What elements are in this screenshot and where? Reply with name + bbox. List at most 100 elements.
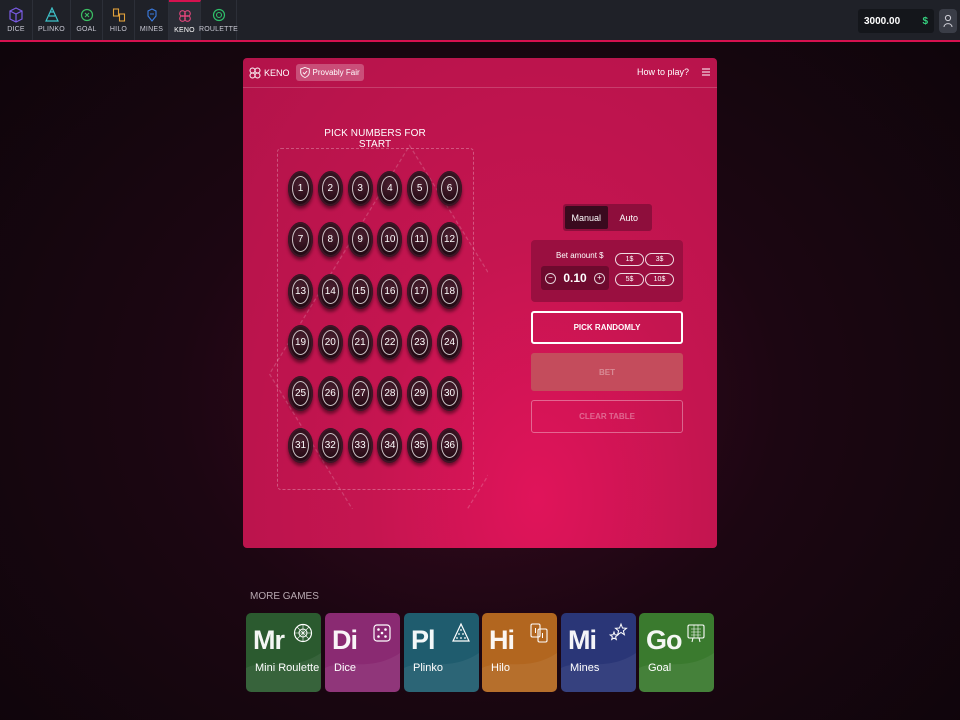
keno-number-label: 17 [411, 278, 429, 304]
game-card-dice[interactable]: Di Dice [325, 613, 400, 692]
keno-number-label: 22 [381, 329, 399, 355]
how-to-play-link[interactable]: How to play? [637, 67, 689, 77]
card-name: Dice [334, 662, 357, 674]
nav-item-keno[interactable]: KENO [169, 0, 201, 40]
keno-number-ball[interactable]: 18 [437, 273, 462, 309]
keno-number-ball[interactable]: 6 [437, 171, 462, 206]
more-games-title: MORE GAMES [250, 591, 319, 602]
keno-number-ball[interactable]: 24 [437, 324, 462, 360]
card-name: Plinko [413, 662, 443, 674]
provably-fair-button[interactable]: Provably Fair [295, 64, 364, 81]
game-logo: KENO [249, 67, 290, 79]
keno-number-ball[interactable]: 8 [317, 222, 343, 258]
keno-number-ball[interactable]: 25 [288, 376, 313, 412]
keno-number-ball[interactable]: 19 [288, 324, 313, 360]
keno-number-label: 15 [351, 278, 369, 304]
keno-number-label: 19 [292, 329, 309, 355]
keno-number-ball[interactable]: 34 [377, 427, 403, 463]
plinko-icon [44, 7, 59, 22]
keno-number-label: 27 [351, 381, 369, 407]
keno-number-ball[interactable]: 2 [317, 171, 343, 206]
increase-bet-button[interactable]: + [593, 272, 605, 284]
balance-amount: 3000.00 [864, 15, 901, 27]
keno-number-ball[interactable]: 27 [347, 376, 373, 412]
keno-number-label: 31 [292, 432, 309, 458]
roulette-wheel-icon [293, 623, 313, 643]
nav-item-dice[interactable]: DICE [0, 0, 33, 40]
bet-amount-value[interactable]: 0.10 [563, 271, 586, 285]
keno-number-ball[interactable]: 32 [317, 427, 343, 463]
manual-mode-tab[interactable]: Manual [565, 206, 608, 229]
keno-number-label: 20 [321, 329, 339, 355]
keno-number-label: 33 [351, 432, 369, 458]
bet-button[interactable]: BET [531, 353, 683, 391]
quick-bet-3-button[interactable]: 3$ [645, 253, 674, 266]
keno-number-label: 24 [441, 329, 458, 355]
keno-number-ball[interactable]: 33 [347, 427, 373, 463]
quick-bet-10-button[interactable]: 10$ [645, 273, 674, 286]
keno-number-label: 6 [441, 176, 458, 201]
keno-number-ball[interactable]: 23 [407, 324, 433, 360]
keno-number-ball[interactable]: 30 [437, 376, 462, 412]
bet-amount-field[interactable]: − 0.10 + [541, 266, 609, 290]
keno-number-ball[interactable]: 35 [407, 427, 433, 463]
keno-number-label: 30 [441, 381, 458, 407]
keno-number-label: 12 [441, 227, 458, 253]
keno-number-label: 7 [292, 227, 309, 253]
keno-number-label: 35 [411, 432, 429, 458]
quick-bet-5-button[interactable]: 5$ [615, 273, 644, 286]
keno-number-ball[interactable]: 21 [347, 324, 373, 360]
keno-number-label: 29 [411, 381, 429, 407]
keno-number-ball[interactable]: 14 [317, 273, 343, 309]
keno-number-ball[interactable]: 15 [347, 273, 373, 309]
nav-item-hilo[interactable]: HILO [103, 0, 135, 40]
keno-number-ball[interactable]: 36 [437, 427, 462, 463]
balance-display[interactable]: 3000.00 $ [858, 9, 934, 33]
nav-item-mines[interactable]: MINES [135, 0, 169, 40]
nav-item-roulette[interactable]: ROULETTE [199, 0, 238, 40]
clear-table-button[interactable]: CLEAR TABLE [531, 400, 683, 433]
auto-mode-tab[interactable]: Auto [608, 206, 651, 229]
pick-randomly-button[interactable]: PICK RANDOMLY [531, 311, 683, 344]
keno-number-label: 13 [292, 278, 309, 304]
nav-item-goal[interactable]: GOAL [71, 0, 103, 40]
decrease-bet-button[interactable]: − [545, 272, 556, 284]
keno-number-label: 3 [351, 176, 369, 201]
keno-number-ball[interactable]: 26 [317, 376, 343, 412]
keno-clover-icon [249, 67, 261, 78]
keno-number-ball[interactable]: 9 [347, 222, 373, 258]
quick-bet-1-button[interactable]: 1$ [615, 253, 644, 266]
keno-number-ball[interactable]: 16 [377, 273, 403, 309]
user-profile-button[interactable] [939, 9, 957, 33]
keno-number-label: 34 [381, 432, 399, 458]
soccer-ball-icon [80, 8, 93, 22]
keno-number-label: 23 [411, 329, 429, 355]
card-abbr: Pl [411, 625, 435, 655]
game-card-mini-roulette[interactable]: Mr Mini Roulette [246, 613, 321, 692]
card-abbr: Mr [253, 625, 285, 655]
keno-number-ball[interactable]: 1 [288, 171, 313, 206]
card-abbr: Mi [568, 625, 597, 655]
panel-header: KENO Provably Fair How to play? [243, 58, 717, 88]
nav-item-label: PLINKO [38, 26, 65, 33]
top-nav: DICE PLINKO GOAL HILO MINES KENO ROULETT… [0, 0, 960, 42]
keno-number-ball[interactable]: 31 [288, 427, 313, 463]
nav-item-plinko[interactable]: PLINKO [33, 0, 71, 40]
dice-icon [9, 7, 23, 23]
bet-amount-label: Bet amount $ [556, 251, 604, 260]
keno-number-ball[interactable]: 20 [317, 324, 343, 360]
keno-number-label: 2 [321, 176, 339, 201]
keno-number-ball[interactable]: 17 [407, 273, 433, 309]
keno-number-label: 11 [411, 227, 429, 253]
hamburger-menu-icon[interactable] [701, 67, 711, 77]
keno-number-label: 28 [381, 381, 399, 407]
game-card-goal[interactable]: Go Goal [639, 613, 714, 692]
game-card-plinko[interactable]: Pl Plinko [404, 613, 479, 692]
keno-number-ball[interactable]: 13 [288, 273, 313, 309]
cards-icon [530, 623, 548, 643]
game-card-mines[interactable]: Mi Mines [561, 613, 636, 692]
keno-number-label: 18 [441, 278, 458, 304]
game-card-hilo[interactable]: Hi Hilo [482, 613, 557, 692]
keno-number-ball[interactable]: 3 [347, 171, 373, 206]
nav-item-label: DICE [7, 26, 25, 33]
